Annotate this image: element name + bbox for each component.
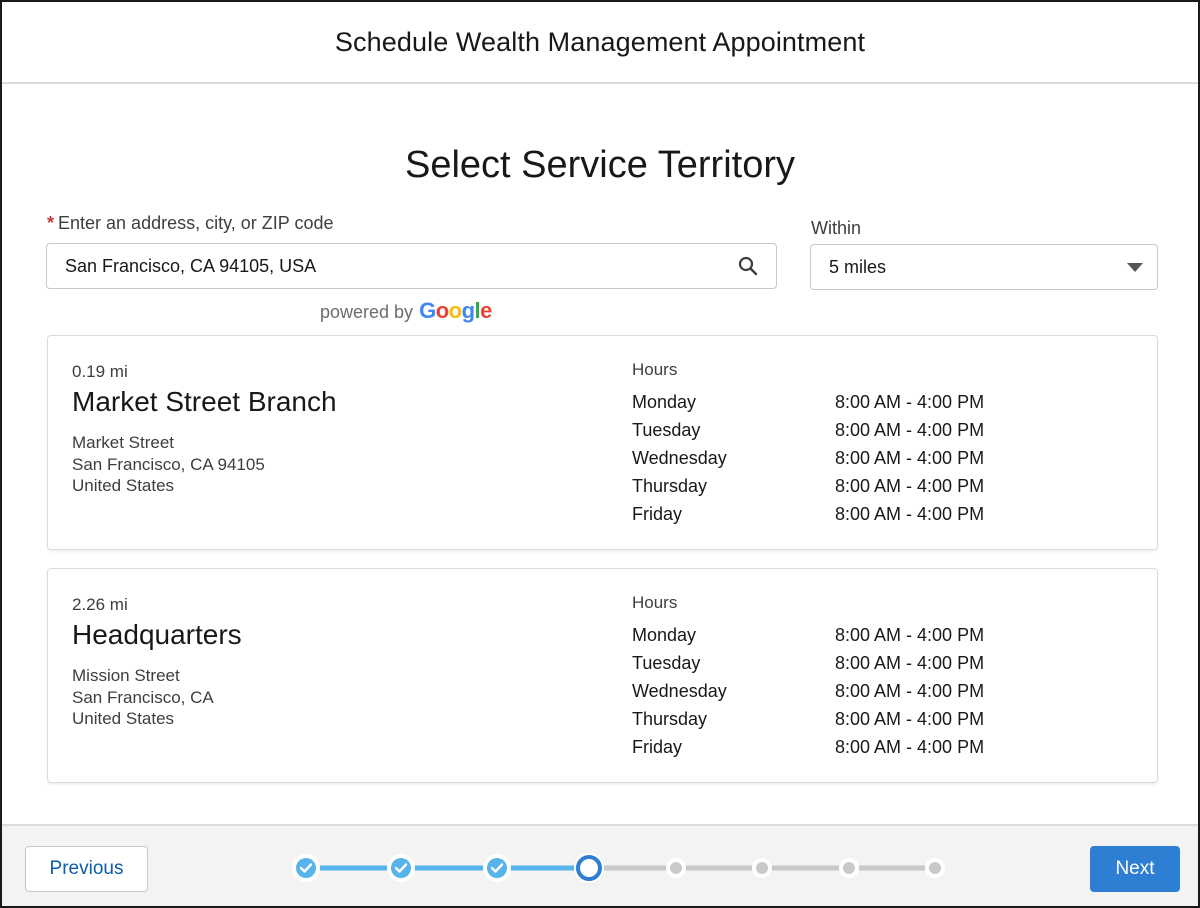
address-input[interactable]: [65, 255, 736, 277]
territory-address-line: Mission Street: [72, 666, 180, 685]
progress-step-incomplete[interactable]: [839, 858, 859, 878]
hours-day: Monday: [632, 391, 697, 412]
check-icon[interactable]: [387, 854, 415, 882]
hours-time: 8:00 AM - 4:00 PM: [835, 475, 985, 496]
hours-table: Monday 8:00 AM - 4:00 PM Tuesday 8:00 AM…: [632, 621, 1032, 761]
hours-day: Wednesday: [632, 680, 727, 701]
hours-day: Tuesday: [632, 652, 701, 673]
hours-row: Friday 8:00 AM - 4:00 PM: [632, 733, 1032, 761]
hours-time: 8:00 AM - 4:00 PM: [835, 736, 985, 757]
hours-day: Tuesday: [632, 419, 701, 440]
google-logo-letter: e: [480, 298, 492, 323]
hours-row: Friday 8:00 AM - 4:00 PM: [632, 500, 1032, 528]
hours-row: Thursday 8:00 AM - 4:00 PM: [632, 472, 1032, 500]
progress-step-incomplete[interactable]: [752, 858, 772, 878]
hours-day: Friday: [632, 736, 683, 757]
google-logo-letter: g: [461, 298, 475, 323]
app-window: Schedule Wealth Management Appointment S…: [0, 0, 1200, 908]
hours-time: 8:00 AM - 4:00 PM: [835, 391, 985, 412]
hours-time: 8:00 AM - 4:00 PM: [835, 624, 985, 645]
hours-day: Thursday: [632, 708, 708, 729]
progress-step-current[interactable]: [574, 853, 604, 883]
hours-day: Wednesday: [632, 447, 727, 468]
hours-table: Monday 8:00 AM - 4:00 PM Tuesday 8:00 AM…: [632, 388, 1032, 528]
within-label: Within: [811, 218, 862, 238]
hours-row: Thursday 8:00 AM - 4:00 PM: [632, 705, 1032, 733]
google-logo-letter: o: [448, 298, 462, 323]
google-logo: Google: [419, 298, 492, 324]
within-select[interactable]: 5 miles: [810, 244, 1158, 290]
address-label: * Enter an address, city, or ZIP code: [47, 213, 333, 234]
territory-address-line: Market Street: [72, 433, 175, 452]
address-label-text: Enter an address, city, or ZIP code: [58, 213, 334, 233]
powered-by-google: powered by Google: [320, 298, 492, 324]
page-header: Schedule Wealth Management Appointment: [2, 2, 1198, 84]
footer-bar: Previous Next: [2, 824, 1198, 906]
hours-day: Monday: [632, 624, 697, 645]
territory-address-line: United States: [72, 709, 175, 728]
hours-time: 8:00 AM - 4:00 PM: [835, 419, 985, 440]
hours-row: Wednesday 8:00 AM - 4:00 PM: [632, 444, 1032, 472]
hours-day: Thursday: [632, 475, 708, 496]
progress-step-incomplete[interactable]: [666, 858, 686, 878]
hours-time: 8:00 AM - 4:00 PM: [835, 447, 985, 468]
progress-step-incomplete[interactable]: [925, 858, 945, 878]
required-marker: *: [47, 213, 55, 233]
territory-card[interactable]: 2.26 mi Headquarters Mission Street San F…: [47, 568, 1158, 783]
hours-time: 8:00 AM - 4:00 PM: [835, 503, 985, 524]
territory-distance: 2.26 mi: [72, 595, 128, 614]
google-logo-letter: o: [435, 298, 449, 323]
territory-address-line: United States: [72, 476, 175, 495]
territory-address: Market Street San Francisco, CA 94105 Unit…: [72, 432, 265, 497]
hours-label: Hours: [632, 593, 678, 612]
territory-name: Headquarters: [72, 619, 242, 650]
header-title: Schedule Wealth Management Appointment: [334, 26, 866, 57]
hours-time: 8:00 AM - 4:00 PM: [835, 708, 985, 729]
territory-distance: 0.19 mi: [72, 362, 128, 381]
hours-row: Wednesday 8:00 AM - 4:00 PM: [632, 677, 1032, 705]
hours-label: Hours: [632, 360, 678, 379]
hours-time: 8:00 AM - 4:00 PM: [835, 680, 985, 701]
hours-row: Monday 8:00 AM - 4:00 PM: [632, 388, 1032, 416]
search-icon[interactable]: [736, 254, 760, 278]
google-logo-letter: G: [419, 298, 436, 323]
chevron-down-icon[interactable]: [1127, 262, 1143, 272]
previous-button[interactable]: Previous: [25, 846, 148, 892]
territory-name: Market Street Branch: [72, 386, 337, 417]
address-search-box[interactable]: [46, 243, 777, 289]
territory-address: Mission Street San Francisco, CA United St…: [72, 665, 214, 730]
territory-address-line: San Francisco, CA: [72, 687, 214, 707]
hours-row: Tuesday 8:00 AM - 4:00 PM: [632, 416, 1032, 444]
powered-by-text: powered by: [320, 302, 414, 322]
check-icon[interactable]: [483, 854, 511, 882]
page-title: Select Service Territory: [405, 144, 795, 186]
next-button[interactable]: Next: [1090, 846, 1180, 892]
hours-time: 8:00 AM - 4:00 PM: [835, 652, 985, 673]
within-selected-value: 5 miles: [829, 256, 887, 277]
hours-row: Monday 8:00 AM - 4:00 PM: [632, 621, 1032, 649]
territory-address-line: San Francisco, CA 94105: [72, 454, 265, 474]
hours-day: Friday: [632, 503, 683, 524]
check-icon[interactable]: [292, 854, 320, 882]
territory-card[interactable]: 0.19 mi Market Street Branch Market Stre…: [47, 335, 1158, 550]
progress-indicator: [292, 853, 945, 883]
hours-row: Tuesday 8:00 AM - 4:00 PM: [632, 649, 1032, 677]
